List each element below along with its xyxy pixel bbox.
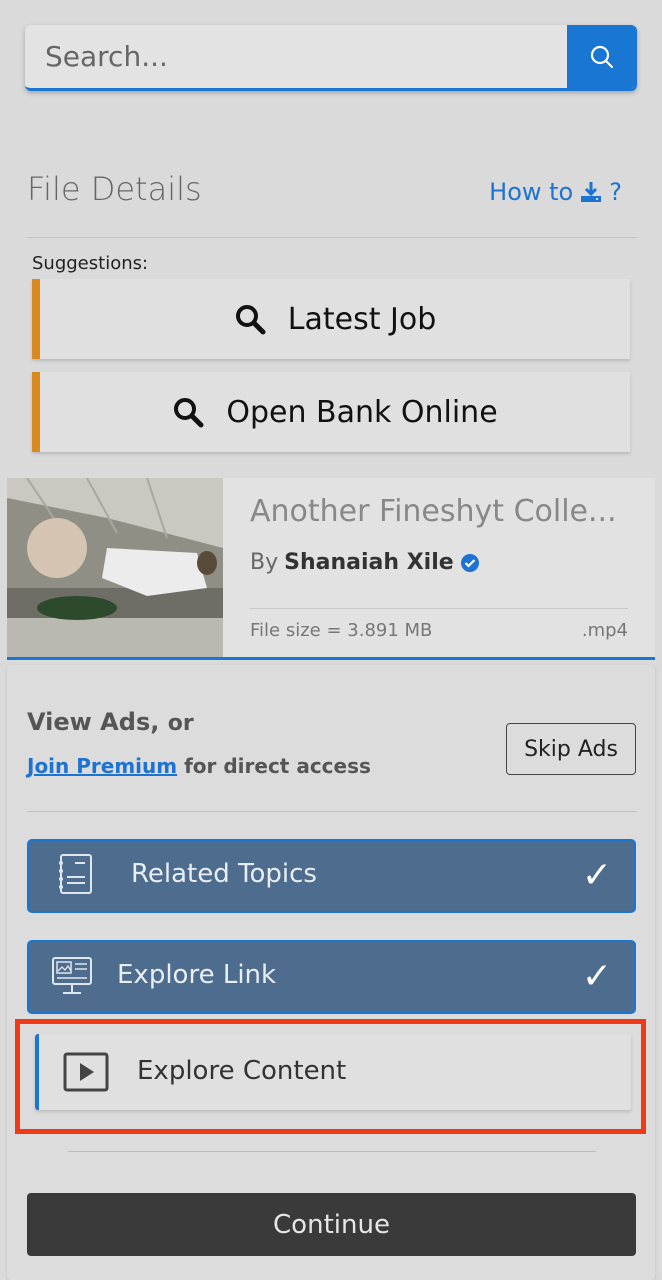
join-premium-line: Join Premium for direct access (27, 754, 371, 778)
step-related-topics[interactable]: Related Topics ✓ (27, 839, 636, 913)
how-to-download-link[interactable]: How to ? (489, 178, 622, 206)
author-name: Shanaiah Xile (284, 550, 454, 575)
divider (27, 237, 637, 238)
how-to-label: How to (489, 178, 574, 206)
suggestion-label: Open Bank Online (226, 394, 498, 430)
verified-icon (460, 553, 479, 572)
skip-ads-button[interactable]: Skip Ads (506, 723, 636, 775)
download-icon (581, 182, 602, 202)
search-icon (590, 45, 614, 68)
file-size: File size = 3.891 MB (250, 620, 433, 641)
search-icon (235, 305, 266, 335)
file-title: Another Fineshyt Colle... (250, 494, 617, 529)
video-thumbnail[interactable] (7, 478, 223, 660)
by-prefix: By (250, 550, 279, 575)
divider (250, 608, 628, 609)
file-card: Another Fineshyt Colle... By Shanaiah Xi… (7, 478, 655, 660)
search-icon (174, 398, 204, 428)
search-button[interactable] (567, 25, 637, 88)
step-explore-link[interactable]: Explore Link ✓ (27, 940, 636, 1014)
suggestions-label: Suggestions: (32, 253, 149, 274)
file-extension: .mp4 (581, 620, 628, 641)
page-title: File Details (27, 170, 202, 208)
continue-button[interactable]: Continue (27, 1193, 636, 1256)
highlight-box (15, 1019, 646, 1134)
step-label: Related Topics (131, 859, 317, 889)
divider (27, 811, 637, 812)
suggestion-open-bank-online[interactable]: Open Bank Online (32, 372, 630, 452)
suggestion-latest-job[interactable]: Latest Job (32, 279, 630, 359)
or-label: or (167, 711, 194, 736)
view-ads-heading: View Ads, or (27, 708, 194, 736)
join-premium-link[interactable]: Join Premium (27, 754, 177, 778)
divider (68, 1151, 596, 1152)
how-to-suffix: ? (609, 178, 622, 206)
checkmark-icon: ✓ (581, 855, 612, 896)
direct-access-label: for direct access (184, 754, 371, 778)
suggestion-label: Latest Job (287, 301, 437, 337)
list-icon (59, 854, 92, 894)
checkmark-icon: ✓ (581, 956, 612, 997)
search-input[interactable] (25, 25, 567, 88)
view-ads-label: View Ads, (27, 708, 160, 736)
file-author: By Shanaiah Xile (250, 550, 480, 575)
step-label: Explore Link (117, 960, 277, 990)
monitor-icon (52, 957, 92, 994)
search-bar (25, 25, 637, 91)
